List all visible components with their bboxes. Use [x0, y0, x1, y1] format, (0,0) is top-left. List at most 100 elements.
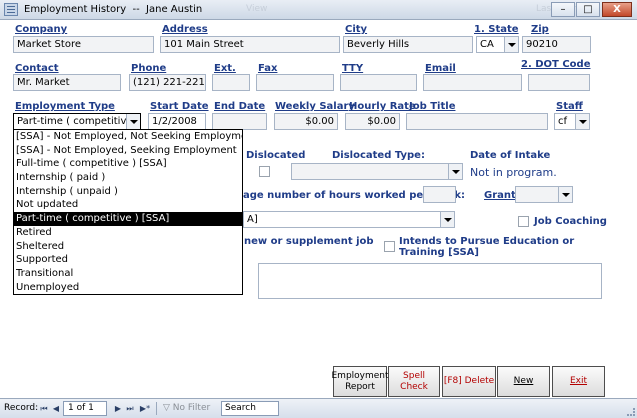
- new-or-supplement-label: new or supplement job: [244, 236, 374, 247]
- ext-label: Ext.: [214, 63, 236, 74]
- intends-education-checkbox[interactable]: [384, 241, 395, 252]
- fax-field[interactable]: [256, 74, 334, 91]
- chevron-down-icon[interactable]: [575, 114, 589, 129]
- fax-label: Fax: [258, 63, 278, 74]
- company-label: Company: [15, 24, 68, 35]
- end-date-field[interactable]: [212, 113, 267, 130]
- employment-type-option[interactable]: Supported: [14, 253, 242, 267]
- employment-type-option[interactable]: Retired: [14, 226, 242, 240]
- employment-type-option[interactable]: Unemployed: [14, 281, 242, 295]
- no-filter-label: No Filter: [172, 403, 211, 413]
- state-combo[interactable]: CA: [476, 36, 519, 53]
- current-record-box[interactable]: 1 of 1: [63, 401, 107, 416]
- job-coaching-label: Job Coaching: [534, 216, 607, 227]
- chevron-down-icon[interactable]: [440, 212, 454, 227]
- start-date-field[interactable]: 1/2/2008: [148, 113, 206, 130]
- ext-field[interactable]: [212, 74, 250, 91]
- city-field[interactable]: Beverly Hills: [343, 36, 473, 53]
- employment-type-label: Employment Type: [15, 101, 115, 112]
- resize-grip-icon[interactable]: [627, 408, 635, 416]
- dot-code-field[interactable]: [528, 74, 590, 91]
- partial-combo[interactable]: A]: [243, 211, 455, 228]
- spell-check-button[interactable]: Spell Check: [388, 366, 440, 397]
- phone-label: Phone: [131, 63, 167, 74]
- grant-combo[interactable]: [515, 186, 573, 203]
- employment-type-option[interactable]: Not updated: [14, 198, 242, 212]
- job-coaching-checkbox[interactable]: [518, 216, 529, 227]
- delete-button[interactable]: [F8] Delete: [442, 366, 496, 397]
- minimize-button[interactable]: –: [551, 2, 575, 17]
- employment-type-option[interactable]: [SSA] - Not Employed, Seeking Employment: [14, 144, 242, 158]
- staff-combo[interactable]: cf: [554, 113, 590, 130]
- contact-label: Contact: [15, 63, 59, 74]
- previous-record-icon[interactable]: ◀: [51, 403, 61, 414]
- staff-value: cf: [558, 116, 568, 127]
- hourly-rate-label: Hourly Rate: [349, 101, 416, 112]
- chevron-down-icon[interactable]: [558, 187, 572, 202]
- dislocated-checkbox[interactable]: [259, 166, 270, 177]
- hourly-rate-field[interactable]: $0.00: [345, 113, 400, 130]
- email-field[interactable]: [423, 74, 522, 91]
- staff-label: Staff: [556, 101, 583, 112]
- employment-type-option[interactable]: Sheltered: [14, 240, 242, 254]
- record-label: Record:: [4, 403, 39, 413]
- company-field[interactable]: Market Store: [13, 36, 154, 53]
- employment-type-option[interactable]: [SSA] - Not Employed, Not Seeking Employ…: [14, 130, 242, 144]
- city-label: City: [345, 24, 368, 35]
- zip-label: Zip: [531, 24, 549, 35]
- dislocated-type-label: Dislocated Type:: [332, 150, 425, 161]
- end-date-label: End Date: [214, 101, 266, 112]
- record-navigation-bar: Record: ⏮ ◀ 1 of 1 ▶ ⏭ ▶* ▽ No Filter Se…: [0, 398, 637, 418]
- dislocated-type-combo[interactable]: [291, 163, 463, 180]
- notes-memo[interactable]: [258, 263, 602, 299]
- tty-label: TTY: [342, 63, 364, 74]
- weekly-salary-field[interactable]: $0.00: [274, 113, 338, 130]
- state-value: CA: [480, 39, 494, 50]
- job-title-field[interactable]: [406, 113, 548, 130]
- employment-type-option[interactable]: Internship ( unpaid ): [14, 185, 242, 199]
- dot-code-label: 2. DOT Code: [521, 59, 591, 70]
- employment-type-dropdown-list[interactable]: [SSA] - Not Employed, Not Seeking Employ…: [13, 129, 243, 295]
- maximize-button[interactable]: □: [576, 2, 600, 17]
- search-box[interactable]: Search: [221, 401, 279, 416]
- employment-history-form: Company Market Store Address 101 Main St…: [0, 20, 637, 398]
- first-record-icon[interactable]: ⏮: [39, 403, 49, 414]
- employment-type-combo[interactable]: Part-time ( competitive ): [13, 113, 141, 130]
- weekly-salary-label: Weekly Salary: [275, 101, 355, 112]
- intends-education-label: Intends to Pursue Education or Training …: [399, 236, 575, 258]
- window-title: Employment History -- Jane Austin: [24, 4, 203, 15]
- zip-field[interactable]: 90210: [522, 36, 591, 53]
- employment-type-option[interactable]: Part-time ( competitive ) [SSA]: [14, 212, 242, 226]
- start-date-label: Start Date: [150, 101, 209, 112]
- date-of-intake-value: Not in program.: [470, 166, 557, 179]
- employment-type-option[interactable]: Internship ( paid ): [14, 171, 242, 185]
- new-record-icon[interactable]: ▶*: [138, 403, 152, 414]
- exit-button[interactable]: Exit: [552, 366, 605, 397]
- close-button[interactable]: X: [602, 2, 632, 17]
- chevron-down-icon[interactable]: [126, 114, 140, 129]
- filter-icon: ▽: [163, 403, 170, 413]
- title-bar: Employment History -- Jane Austin View L…: [0, 0, 637, 20]
- hours-per-week-field[interactable]: [423, 186, 456, 203]
- ghost-view-label: View: [246, 4, 268, 14]
- employment-type-option[interactable]: Transitional: [14, 267, 242, 281]
- no-filter-indicator[interactable]: ▽ No Filter: [163, 403, 210, 413]
- tty-field[interactable]: [340, 74, 417, 91]
- employment-type-value: Part-time ( competitive ): [17, 116, 140, 127]
- divider: [156, 402, 157, 415]
- chevron-down-icon[interactable]: [448, 164, 462, 179]
- next-record-icon[interactable]: ▶: [113, 403, 123, 414]
- new-button[interactable]: New: [497, 366, 550, 397]
- contact-field[interactable]: Mr. Market: [13, 74, 121, 91]
- employment-type-option[interactable]: Full-time ( competitive ) [SSA]: [14, 157, 242, 171]
- email-label: Email: [425, 63, 456, 74]
- partial-combo-value: A]: [247, 214, 258, 225]
- chevron-down-icon[interactable]: [504, 37, 518, 52]
- state-label: 1. State: [474, 24, 519, 35]
- address-field[interactable]: 101 Main Street: [160, 36, 340, 53]
- phone-field[interactable]: (121) 221-2212: [129, 74, 206, 91]
- address-label: Address: [162, 24, 208, 35]
- dislocated-label: Dislocated: [246, 150, 306, 161]
- last-record-icon[interactable]: ⏭: [125, 403, 135, 414]
- employment-report-button[interactable]: Employment Report: [331, 366, 389, 397]
